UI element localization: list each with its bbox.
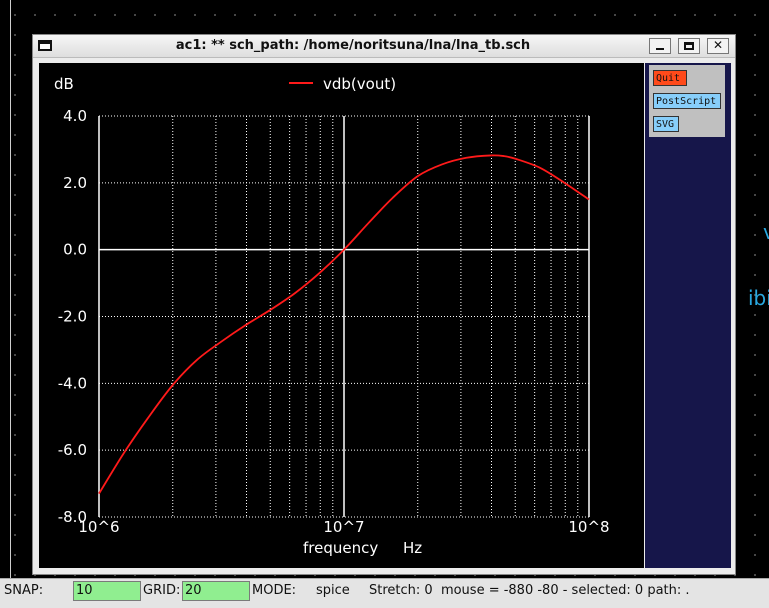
x-tick-label: 10^8 <box>568 518 609 536</box>
button-group: Quit PostScript SVG <box>649 65 725 137</box>
maximize-button[interactable] <box>678 38 700 54</box>
y-tick-label: 4.0 <box>63 107 87 125</box>
close-button[interactable] <box>707 38 729 54</box>
x-tick-label: 10^7 <box>323 518 364 536</box>
x-axis-label: frequency <box>303 539 378 557</box>
mode-value: spice <box>316 583 350 598</box>
postscript-button[interactable]: PostScript <box>653 93 721 109</box>
x-axis-unit: Hz <box>403 539 422 557</box>
x-tick-label: 10^6 <box>78 518 119 536</box>
y-tick-label: -2.0 <box>58 308 87 326</box>
y-tick-label: 2.0 <box>63 174 87 192</box>
grid-input[interactable]: 20 <box>182 581 250 601</box>
snap-input[interactable]: 10 <box>73 581 141 601</box>
y-axis-label: dB <box>54 75 74 93</box>
quit-button[interactable]: Quit <box>653 70 687 86</box>
plot-area[interactable]: 4.0 2.0 0.0 -2.0 -4.0 -6.0 -8.0 10^6 10^7 10^8 dB… <box>39 63 644 568</box>
grid-label: GRID: <box>143 583 181 598</box>
y-tick-label: -4.0 <box>58 374 87 392</box>
status-bar: SNAP: 10 GRID: 20 MODE: spice Stretch: 0… <box>0 578 769 608</box>
legend-label: vdb(vout) <box>323 75 396 93</box>
mode-label: MODE: <box>252 583 297 598</box>
title-bar[interactable]: ac1: ** sch_path: /home/noritsuna/lna/ln… <box>33 35 735 58</box>
grid <box>98 115 590 518</box>
tick-labels: 4.02.00.0-2.0-4.0-6.0-8.010^6 10^7 10^8 <box>58 107 610 536</box>
background-label-fragment: v <box>763 220 769 244</box>
svg-button[interactable]: SVG <box>653 116 679 132</box>
snap-label: SNAP: <box>4 583 44 598</box>
y-tick-label: 0.0 <box>63 241 87 259</box>
background-label-fragment: ibi <box>748 286 769 310</box>
plot-svg: 4.02.00.0-2.0-4.0-6.0-8.010^6 10^7 10^8 dB… <box>54 75 610 557</box>
window-title: ac1: ** sch_path: /home/noritsuna/lna/ln… <box>175 38 531 53</box>
minimize-button[interactable] <box>649 38 671 54</box>
side-panel: Quit PostScript SVG <box>645 63 731 568</box>
window-menu-icon[interactable] <box>38 40 52 51</box>
graph-window: ac1: ** sch_path: /home/noritsuna/lna/ln… <box>32 34 736 575</box>
y-tick-label: -6.0 <box>58 441 87 459</box>
schematic-wire <box>10 0 11 578</box>
status-info: Stretch: 0 mouse = -880 -80 - selected: … <box>369 583 690 598</box>
